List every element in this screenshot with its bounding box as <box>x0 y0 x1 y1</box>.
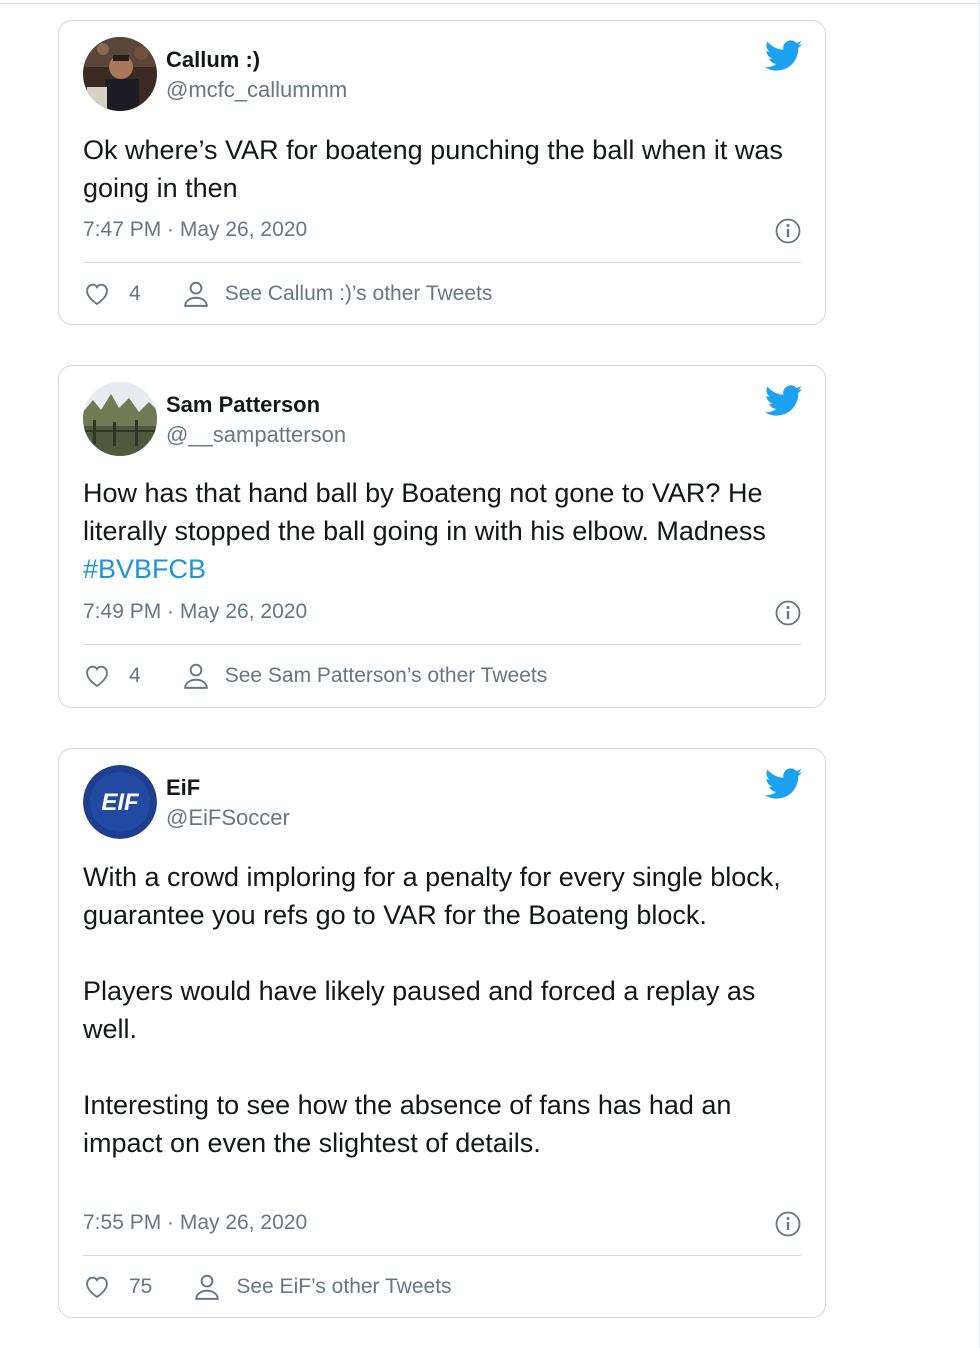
divider <box>83 262 801 263</box>
timestamp[interactable]: 7:47 PM · May 26, 2020 <box>83 218 307 242</box>
avatar[interactable] <box>83 37 157 111</box>
tweet-paragraph: Ok where’s VAR for boateng punching the … <box>83 135 783 203</box>
twitter-bird-icon[interactable] <box>765 767 803 801</box>
see-other-tweets-link[interactable]: See EiF’s other Tweets <box>236 1275 451 1299</box>
tweet-paragraph: With a crowd imploring for a penalty for… <box>83 862 781 930</box>
avatar[interactable]: EIF <box>83 765 157 839</box>
heart-icon[interactable] <box>83 662 111 690</box>
handle[interactable]: @__sampatterson <box>166 422 346 448</box>
like-count: 4 <box>129 664 141 687</box>
heart-icon[interactable] <box>83 280 111 308</box>
handle[interactable]: @EiFSoccer <box>166 805 290 831</box>
info-icon[interactable] <box>775 1211 801 1237</box>
tweet-paragraph-text: How has that hand ball by Boateng not go… <box>83 478 766 546</box>
see-other-tweets-link[interactable]: See Callum :)’s other Tweets <box>225 282 493 306</box>
tweet-actions: 75 See EiF’s other Tweets <box>83 1272 452 1302</box>
display-name[interactable]: Sam Patterson <box>166 392 320 418</box>
heart-icon[interactable] <box>83 1273 111 1301</box>
avatar[interactable] <box>83 382 157 456</box>
tweet-actions: 4 See Sam Patterson’s other Tweets <box>83 661 547 691</box>
top-divider <box>0 3 980 4</box>
info-icon[interactable] <box>775 600 801 626</box>
display-name[interactable]: Callum :) <box>166 47 260 73</box>
like-count: 4 <box>129 282 141 305</box>
see-other-tweets-link[interactable]: See Sam Patterson’s other Tweets <box>225 664 548 688</box>
timestamp[interactable]: 7:49 PM · May 26, 2020 <box>83 600 307 624</box>
divider <box>83 1255 801 1256</box>
tweet-card-sam-patterson[interactable]: Sam Patterson @__sampatterson How has th… <box>58 365 826 708</box>
tweet-text: Ok where’s VAR for boateng punching the … <box>83 131 813 207</box>
twitter-bird-icon[interactable] <box>765 384 803 418</box>
tweet-paragraph: Players would have likely paused and for… <box>83 976 756 1044</box>
hashtag-link[interactable]: #BVBFCB <box>83 554 206 584</box>
twitter-bird-icon[interactable] <box>765 39 803 73</box>
tweet-text: How has that hand ball by Boateng not go… <box>83 474 813 588</box>
tweet-paragraph: Interesting to see how the absence of fa… <box>83 1090 732 1158</box>
divider <box>83 644 801 645</box>
like-count: 75 <box>129 1275 153 1298</box>
person-icon <box>183 663 208 689</box>
tweet-card-callum[interactable]: Callum :) @mcfc_callummm Ok where’s VAR … <box>58 20 826 325</box>
tweet-card-eif[interactable]: EIF EiF @EiFSoccer With a crowd implorin… <box>58 748 826 1318</box>
person-icon <box>183 281 208 307</box>
tweet-paragraph: How has that hand ball by Boateng not go… <box>83 474 813 588</box>
info-icon[interactable] <box>775 218 801 244</box>
handle[interactable]: @mcfc_callummm <box>166 77 347 103</box>
tweet-actions: 4 See Callum :)’s other Tweets <box>83 279 492 309</box>
avatar-logo-text: EIF <box>101 789 140 816</box>
timestamp[interactable]: 7:55 PM · May 26, 2020 <box>83 1211 307 1235</box>
display-name[interactable]: EiF <box>166 775 200 801</box>
person-icon <box>195 1274 220 1300</box>
tweet-text: With a crowd imploring for a penalty for… <box>83 858 813 1162</box>
